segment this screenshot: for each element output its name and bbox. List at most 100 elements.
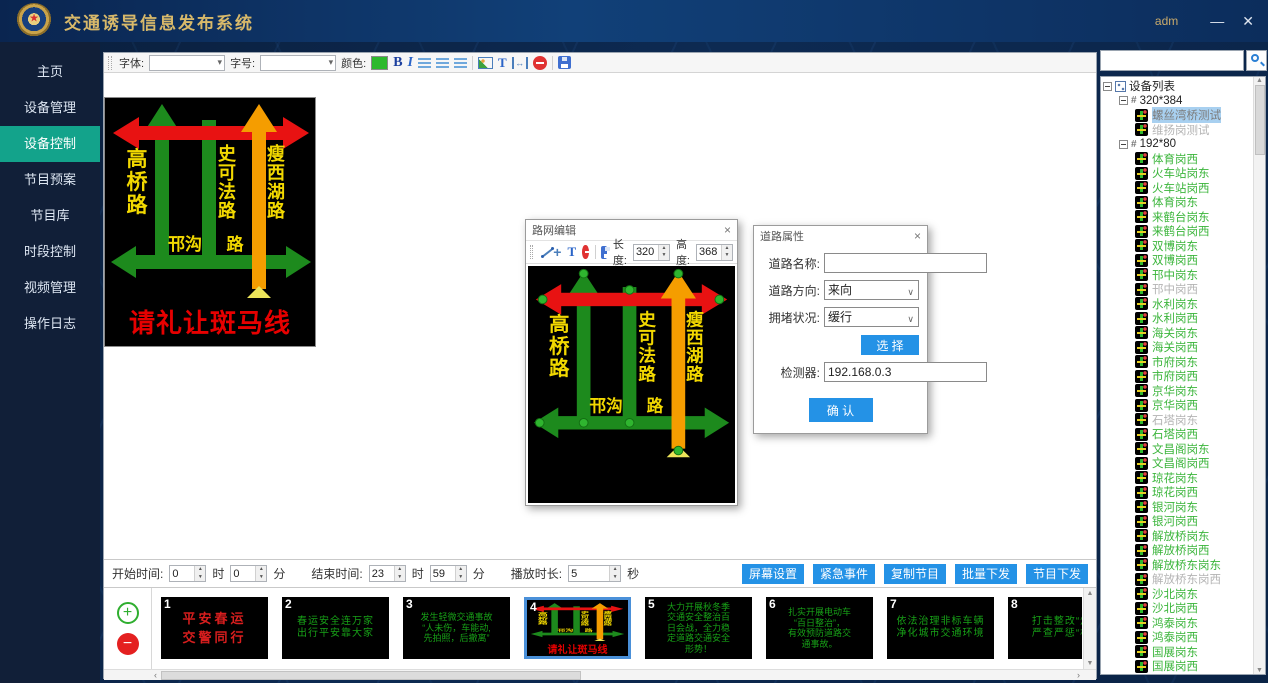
align-right-icon[interactable] (454, 58, 467, 68)
tree-group-320*384[interactable]: #320*384 (1103, 94, 1252, 109)
tree-device-琼花岗东[interactable]: 琼花岗东 (1103, 471, 1252, 486)
align-center-icon[interactable] (436, 58, 449, 68)
tree-device-解放桥岗东[interactable]: 解放桥岗东 (1103, 529, 1252, 544)
strip-vertical-scrollbar[interactable]: ▲▼ (1083, 588, 1096, 669)
select-detector-button[interactable]: 选 择 (861, 335, 919, 355)
program-thumbnail-7[interactable]: 7依法治理非标车辆净化城市交通环境 (887, 597, 994, 659)
tree-device-国展岗东[interactable]: 国展岗东 (1103, 645, 1252, 660)
delete-icon[interactable] (533, 56, 547, 70)
tree-group-192*80[interactable]: #192*80 (1103, 137, 1252, 152)
congestion-select[interactable]: 缓行 (824, 307, 919, 327)
italic-button[interactable]: I (408, 55, 413, 71)
tree-device-火车站岗西[interactable]: 火车站岗西 (1103, 181, 1252, 196)
traffic-diagram-editable[interactable]: 高桥路史可法路瘦西湖路邗沟路 (528, 266, 735, 467)
sidebar-item-时段控制[interactable]: 时段控制 (0, 234, 100, 270)
end-hour-input[interactable] (370, 566, 394, 581)
roadnet-close-icon[interactable]: × (724, 223, 731, 237)
spin-down-icon[interactable]: ▼ (659, 252, 669, 260)
tree-device-体育岗西[interactable]: 体育岗西 (1103, 152, 1252, 167)
sidebar-item-视频管理[interactable]: 视频管理 (0, 270, 100, 306)
fontsize-select[interactable] (260, 55, 336, 71)
draw-road-icon[interactable] (541, 245, 547, 259)
tree-device-维扬岗测试[interactable]: 维扬岗测试 (1103, 123, 1252, 138)
program-thumbnail-2[interactable]: 2春运安全连万家出行平安靠大家 (282, 597, 389, 659)
tree-device-银河岗西[interactable]: 银河岗西 (1103, 514, 1252, 529)
tree-device-解放桥岗西[interactable]: 解放桥岗西 (1103, 543, 1252, 558)
tree-root[interactable]: 设备列表 (1103, 79, 1252, 94)
save-icon[interactable] (601, 246, 607, 259)
scroll-left-icon[interactable]: ‹ (154, 670, 157, 680)
spin-up-icon[interactable]: ▲ (722, 245, 732, 253)
tree-device-双博岗东[interactable]: 双博岗东 (1103, 239, 1252, 254)
spin-up-icon[interactable]: ▲ (610, 566, 620, 574)
expand-toggle-icon[interactable] (1103, 82, 1112, 91)
length-input[interactable] (634, 245, 658, 260)
tree-device-京华岗东[interactable]: 京华岗东 (1103, 384, 1252, 399)
device-search-input[interactable] (1100, 50, 1244, 71)
text-tool-button[interactable]: T (498, 55, 507, 71)
scroll-up-icon[interactable]: ▲ (1256, 77, 1263, 84)
spin-down-icon[interactable]: ▼ (722, 252, 732, 260)
tree-device-海关岗西[interactable]: 海关岗西 (1103, 340, 1252, 355)
scrollbar-thumb[interactable] (161, 671, 581, 680)
height-input[interactable] (697, 245, 721, 260)
tree-device-文昌阁岗西[interactable]: 文昌阁岗西 (1103, 456, 1252, 471)
confirm-button[interactable]: 确 认 (809, 398, 873, 422)
bold-button[interactable]: B (393, 55, 402, 71)
scroll-down-icon[interactable]: ▼ (1087, 660, 1094, 667)
program-thumbnail-8[interactable]: 8打击整改“灯严查严惩“机 (1008, 597, 1082, 659)
tree-device-文昌阁岗东[interactable]: 文昌阁岗东 (1103, 442, 1252, 457)
tree-device-鸿泰岗西[interactable]: 鸿泰岗西 (1103, 630, 1252, 645)
search-button[interactable] (1246, 50, 1267, 71)
spin-up-icon[interactable]: ▲ (659, 245, 669, 253)
scroll-right-icon[interactable]: › (1077, 670, 1080, 680)
tree-device-鸿泰岗东[interactable]: 鸿泰岗东 (1103, 616, 1252, 631)
schedule-button-批量下发[interactable]: 批量下发 (955, 564, 1017, 584)
schedule-button-紧急事件[interactable]: 紧急事件 (813, 564, 875, 584)
expand-toggle-icon[interactable] (1119, 140, 1128, 149)
add-program-button[interactable]: + (117, 602, 139, 624)
start-hour-input[interactable] (170, 566, 194, 581)
sidebar-item-设备管理[interactable]: 设备管理 (0, 90, 100, 126)
sidebar-item-节目预案[interactable]: 节目预案 (0, 162, 100, 198)
minimize-icon[interactable]: — (1210, 14, 1224, 28)
tree-device-沙北岗东[interactable]: 沙北岗东 (1103, 587, 1252, 602)
spin-down-icon[interactable]: ▼ (610, 574, 620, 582)
tree-device-国展岗西[interactable]: 国展岗西 (1103, 659, 1252, 674)
tree-device-来鹤台岗西[interactable]: 来鹤台岗西 (1103, 224, 1252, 239)
spin-up-icon[interactable]: ▲ (395, 566, 405, 574)
program-thumbnail-4[interactable]: 4高桥路史可法路瘦西湖路邗沟路请礼让斑马线 (524, 597, 631, 659)
expand-toggle-icon[interactable] (1119, 96, 1128, 105)
tree-device-邗中岗东[interactable]: 邗中岗东 (1103, 268, 1252, 283)
tree-device-琼花岗西[interactable]: 琼花岗西 (1103, 485, 1252, 500)
end-minute-input[interactable] (431, 566, 455, 581)
tree-device-市府岗东[interactable]: 市府岗东 (1103, 355, 1252, 370)
spin-down-icon[interactable]: ▼ (395, 574, 405, 582)
road-direction-select[interactable]: 来向 (824, 280, 919, 300)
align-left-icon[interactable] (418, 58, 431, 68)
spin-up-icon[interactable]: ▲ (456, 566, 466, 574)
sidebar-item-设备控制[interactable]: 设备控制 (0, 126, 100, 162)
text-tool-icon[interactable]: T (567, 244, 576, 260)
schedule-button-屏幕设置[interactable]: 屏幕设置 (742, 564, 804, 584)
props-close-icon[interactable]: × (914, 229, 921, 243)
close-icon[interactable]: ✕ (1242, 14, 1254, 28)
remove-program-button[interactable]: − (117, 633, 139, 655)
delete-icon[interactable] (582, 245, 588, 259)
sign-preview[interactable]: 高桥路史可法路瘦西湖路邗沟路 请礼让斑马线 (104, 97, 316, 347)
sidebar-item-主页[interactable]: 主页 (0, 54, 100, 90)
editor-canvas[interactable]: 高桥路史可法路瘦西湖路邗沟路 请礼让斑马线 路网编辑 × + T 长度: (104, 74, 1096, 559)
sidebar-item-节目库[interactable]: 节目库 (0, 198, 100, 234)
program-thumbnail-6[interactable]: 6扎实开展电动车“百日整治”，有效预防道路交通事故。 (766, 597, 873, 659)
insert-image-icon[interactable] (478, 57, 493, 69)
schedule-button-复制节目[interactable]: 复制节目 (884, 564, 946, 584)
tree-device-银河岗东[interactable]: 银河岗东 (1103, 500, 1252, 515)
tree-device-解放桥东岗东[interactable]: 解放桥东岗东 (1103, 558, 1252, 573)
program-thumbnail-5[interactable]: 5大力开展秋冬季交通安全整治百日会战，全力稳定道路交通安全形势！ (645, 597, 752, 659)
tree-device-火车站岗东[interactable]: 火车站岗东 (1103, 166, 1252, 181)
tree-scrollbar[interactable]: ▲ ▼ (1253, 77, 1265, 674)
tree-device-京华岗西[interactable]: 京华岗西 (1103, 398, 1252, 413)
duration-input[interactable] (569, 566, 609, 581)
tree-device-石塔岗东[interactable]: 石塔岗东 (1103, 413, 1252, 428)
program-thumbnail-3[interactable]: 3发生轻微交通事故“人未伤，车能动,先拍照，后撤离” (403, 597, 510, 659)
